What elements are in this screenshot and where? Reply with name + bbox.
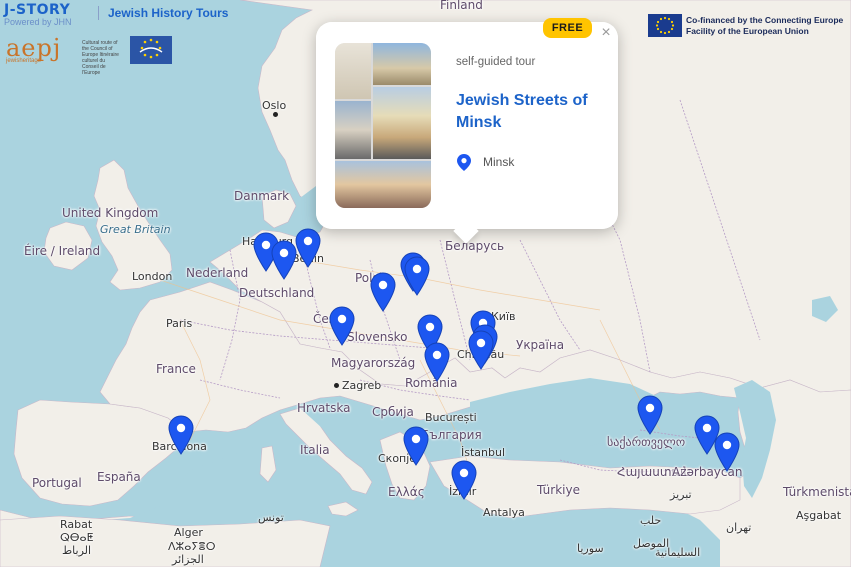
free-badge: FREE bbox=[543, 18, 592, 38]
map-label-espana: España bbox=[97, 470, 141, 484]
map-label-antalya: Antalya bbox=[483, 506, 525, 519]
map-marker-hamburg-2[interactable] bbox=[271, 240, 297, 280]
map-label-syria: سوريا bbox=[577, 542, 604, 555]
eu-text-line1: Co-financed by the Connecting Europe bbox=[686, 15, 844, 25]
map-label-hrvatska: Hrvatska bbox=[297, 401, 351, 415]
aepj-logo-sub: jewisheritage bbox=[6, 58, 42, 64]
aepj-logo[interactable]: aepj jewisheritage bbox=[6, 34, 61, 64]
map-label-turkiye: Türkiye bbox=[537, 483, 580, 497]
map-label-istanbul: İstanbul bbox=[461, 446, 506, 459]
tour-location: Minsk bbox=[457, 153, 514, 171]
map-marker-icon bbox=[404, 256, 430, 296]
map-label-ashgabat: Aşgabat bbox=[796, 509, 842, 522]
map-marker-icon bbox=[403, 426, 429, 466]
tour-photo-collage[interactable] bbox=[335, 43, 431, 208]
map-label-italia: Italia bbox=[300, 443, 330, 457]
map-label-aleppo: حلب bbox=[640, 514, 662, 527]
council-of-europe-logo bbox=[130, 36, 172, 64]
map-label-turkmenistan: Türkmenistan bbox=[783, 485, 851, 499]
tour-popup[interactable]: self-guided tour Jewish Streets of Minsk… bbox=[316, 18, 618, 244]
map-label-danmark: Danmark bbox=[234, 189, 290, 203]
location-pin-icon bbox=[457, 153, 471, 171]
eu-text-line2: Facility of the European Union bbox=[686, 26, 809, 36]
map-marker-barcelona[interactable] bbox=[168, 415, 194, 455]
map-label-nederland: Nederland bbox=[186, 266, 249, 280]
map-marker-georgia[interactable] bbox=[637, 395, 663, 435]
map-label-tabriz: تبریز bbox=[670, 488, 692, 501]
eu-cofinanced-text: Co-financed by the Connecting Europe Fac… bbox=[686, 15, 843, 37]
header-divider bbox=[98, 6, 99, 20]
map-label-london: London bbox=[132, 270, 173, 283]
map-marker-icon bbox=[370, 272, 396, 312]
map-label-rabat-tifinagh: ⵕⴱⴰⵟ bbox=[60, 531, 94, 544]
map-label-slovensko: Slovensko bbox=[347, 330, 408, 344]
map-label-tunis: تونس bbox=[258, 511, 284, 524]
map-label-great-britain: Great Britain bbox=[100, 223, 171, 236]
map-marker-icon bbox=[295, 228, 321, 268]
map-label-tehran: تهران bbox=[726, 521, 752, 534]
map-label-united-kingdom: United Kingdom bbox=[62, 206, 159, 220]
jstory-logo-text: J-STORY bbox=[4, 2, 71, 18]
tour-title-link[interactable]: Jewish Streets of Minsk bbox=[456, 90, 606, 134]
map-label-georgia: საქართველო bbox=[607, 435, 686, 449]
map-marker-icon bbox=[637, 395, 663, 435]
map-label-paris: Paris bbox=[166, 317, 193, 330]
close-icon[interactable]: × bbox=[599, 25, 613, 41]
map-label-alger-tifinagh: ⴷⵣⴰⵢⴻⵔ bbox=[168, 540, 216, 553]
map-marker-icon bbox=[451, 460, 477, 500]
map-label-deutschland: Deutschland bbox=[239, 286, 315, 300]
map-label-ireland: Éire / Ireland bbox=[24, 244, 101, 258]
map-marker-chisinau-2[interactable] bbox=[468, 330, 494, 370]
city-dot-zagreb bbox=[334, 383, 339, 388]
map-label-magyarorszag: Magyarország bbox=[331, 356, 416, 370]
map-label-bucuresti: București bbox=[425, 411, 477, 424]
map-label-oslo: Oslo bbox=[262, 99, 287, 112]
map-label-greece: Ελλάς bbox=[388, 485, 425, 499]
map-marker-icon bbox=[714, 432, 740, 472]
jewish-history-tours-link[interactable]: Jewish History Tours bbox=[108, 6, 228, 20]
map-marker-izmir[interactable] bbox=[451, 460, 477, 500]
map-label-sulaymaniyah: السليمانية bbox=[655, 546, 701, 559]
tour-type-label: self-guided tour bbox=[456, 56, 536, 68]
map-marker-icon bbox=[271, 240, 297, 280]
map-marker-icon bbox=[329, 306, 355, 346]
map-marker-icon bbox=[424, 342, 450, 382]
eu-flag-icon bbox=[648, 14, 682, 37]
map-label-bulgaria: България bbox=[421, 428, 482, 442]
map-label-zagreb: Zagreb bbox=[342, 379, 382, 392]
map-label-belarus: Беларусь bbox=[445, 239, 505, 253]
map-marker-icon bbox=[168, 415, 194, 455]
map-marker-berlin[interactable] bbox=[295, 228, 321, 268]
map-marker-cesko[interactable] bbox=[329, 306, 355, 346]
map-label-rabat: Rabat bbox=[60, 518, 93, 531]
jstory-logo[interactable]: J-STORY Powered by JHN bbox=[4, 2, 104, 27]
jstory-powered-by: Powered by JHN bbox=[4, 17, 72, 27]
council-of-europe-route-text: Cultural route of the Council of Europe … bbox=[82, 40, 119, 76]
map-label-portugal: Portugal bbox=[32, 476, 82, 490]
map-marker-baku[interactable] bbox=[714, 432, 740, 472]
map-label-finland: Finland bbox=[440, 0, 483, 12]
popup-content: self-guided tour Jewish Streets of Minsk… bbox=[316, 22, 618, 229]
map-label-alger: Alger bbox=[174, 526, 203, 539]
tour-location-text: Minsk bbox=[483, 155, 515, 169]
city-dot-oslo bbox=[273, 112, 278, 117]
map-marker-icon bbox=[468, 330, 494, 370]
map-marker-poland-north-2[interactable] bbox=[404, 256, 430, 296]
map-label-rabat-arabic: الرباط bbox=[62, 544, 92, 557]
map-marker-romania[interactable] bbox=[424, 342, 450, 382]
map-label-ukraine: Україна bbox=[516, 338, 565, 352]
map-label-alger-arabic: الجزائر bbox=[172, 553, 204, 566]
map-label-france: France bbox=[156, 362, 196, 376]
map-marker-thessaloniki[interactable] bbox=[403, 426, 429, 466]
map-label-srbija: Србија bbox=[372, 405, 414, 419]
eu-cofinanced-logo: Co-financed by the Connecting Europe Fac… bbox=[648, 14, 843, 38]
map-marker-poland-center[interactable] bbox=[370, 272, 396, 312]
